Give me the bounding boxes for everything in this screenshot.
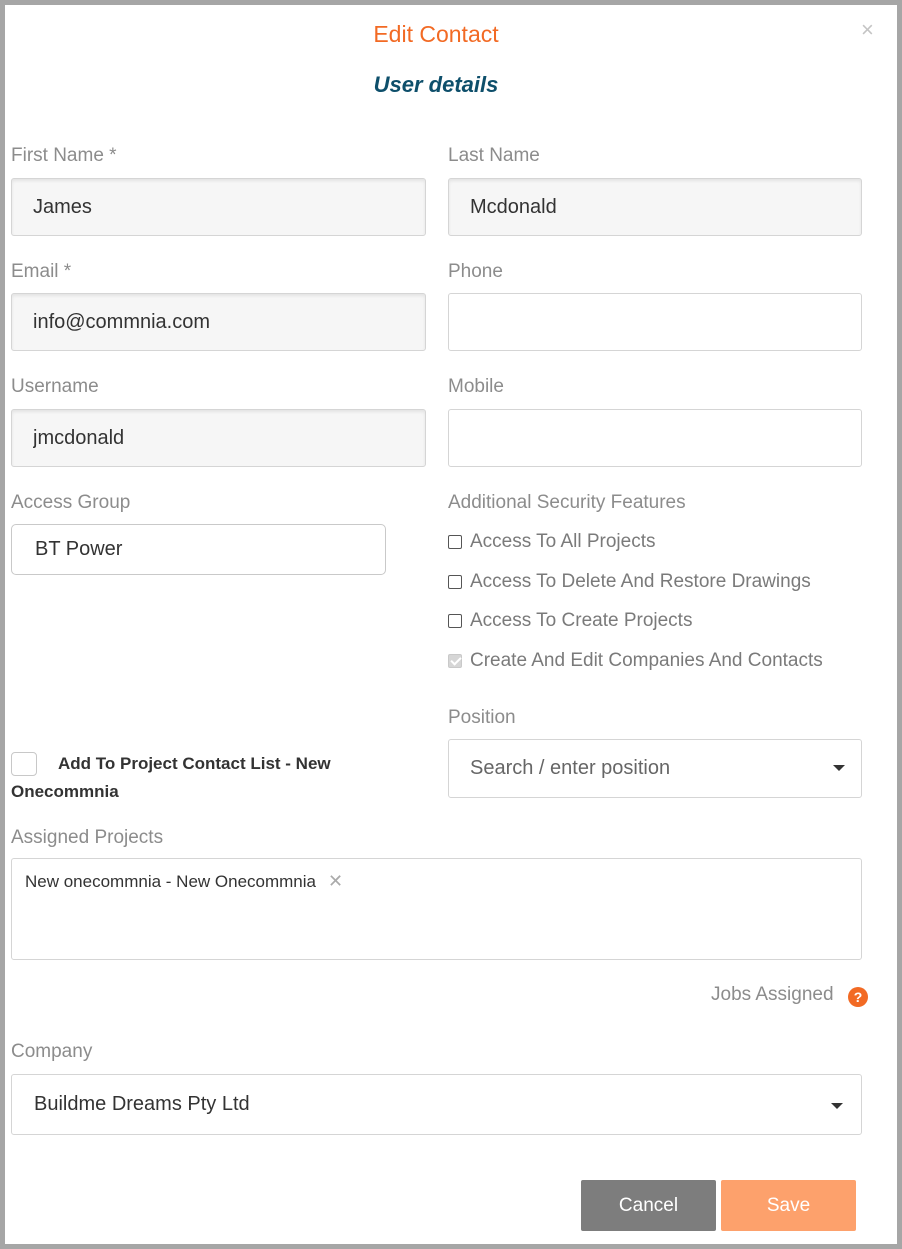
checkbox-delete-restore[interactable]	[448, 575, 462, 589]
company-select[interactable]: Buildme Dreams Pty Ltd	[11, 1074, 862, 1135]
access-group-label: Access Group	[11, 492, 131, 513]
mobile-label: Mobile	[448, 376, 504, 397]
security-option-all-projects[interactable]: Access To All Projects	[448, 530, 656, 554]
add-to-contact-list-label-line2: Onecommnia	[11, 782, 119, 801]
chevron-down-icon[interactable]	[831, 1103, 843, 1109]
phone-label: Phone	[448, 261, 503, 282]
edit-contact-modal: Edit Contact × User details First Name *…	[5, 5, 897, 1244]
jobs-assigned-label: Jobs Assigned	[711, 984, 834, 1005]
phone-input[interactable]	[468, 309, 842, 335]
close-icon[interactable]: ✕	[328, 871, 343, 892]
position-select[interactable]	[448, 739, 862, 798]
cancel-button[interactable]: Cancel	[581, 1180, 716, 1231]
question-icon[interactable]: ?	[848, 987, 868, 1007]
project-tag: New onecommnia - New Onecommnia ✕	[25, 871, 343, 892]
position-input[interactable]	[468, 756, 842, 781]
chevron-down-icon[interactable]	[833, 765, 845, 771]
last-name-label: Last Name	[448, 145, 540, 166]
save-button[interactable]: Save	[721, 1180, 856, 1231]
first-name-label: First Name *	[11, 145, 117, 166]
security-features-label: Additional Security Features	[448, 492, 686, 513]
email-field[interactable]	[11, 293, 426, 351]
security-option-delete-restore[interactable]: Access To Delete And Restore Drawings	[448, 570, 811, 594]
add-to-contact-list-label-line1: Add To Project Contact List - New	[58, 754, 331, 773]
assigned-projects-field[interactable]: New onecommnia - New Onecommnia ✕	[11, 858, 862, 960]
position-label: Position	[448, 707, 516, 728]
access-group-input[interactable]	[33, 537, 364, 562]
username-input[interactable]	[31, 425, 406, 451]
username-field[interactable]	[11, 409, 426, 467]
close-icon[interactable]: ×	[861, 19, 874, 41]
security-option-create-projects[interactable]: Access To Create Projects	[448, 609, 692, 633]
first-name-field[interactable]	[11, 178, 426, 236]
last-name-field[interactable]	[448, 178, 862, 236]
access-group-field[interactable]	[11, 524, 386, 575]
section-title: User details	[373, 72, 499, 97]
checkbox-create-projects[interactable]	[448, 614, 462, 628]
mobile-field[interactable]	[448, 409, 862, 467]
modal-title: Edit Contact	[373, 21, 499, 47]
option-label: Create And Edit Companies And Contacts	[470, 650, 823, 671]
checkbox-edit-companies	[448, 654, 462, 668]
mobile-input[interactable]	[468, 425, 842, 451]
option-label: Access To Create Projects	[470, 610, 693, 631]
checkbox-all-projects[interactable]	[448, 535, 462, 549]
email-label: Email *	[11, 261, 72, 282]
company-label: Company	[11, 1041, 93, 1062]
email-input[interactable]	[31, 309, 406, 335]
option-label: Access To Delete And Restore Drawings	[470, 571, 811, 592]
security-option-edit-companies: Create And Edit Companies And Contacts	[448, 649, 823, 673]
last-name-input[interactable]	[468, 194, 842, 220]
phone-field[interactable]	[448, 293, 862, 351]
assigned-projects-label: Assigned Projects	[11, 827, 164, 848]
option-label: Access To All Projects	[470, 531, 656, 552]
company-value: Buildme Dreams Pty Ltd	[34, 1093, 250, 1115]
add-to-contact-list-checkbox[interactable]	[11, 752, 37, 776]
project-tag-label: New onecommnia - New Onecommnia	[25, 871, 316, 891]
first-name-input[interactable]	[31, 194, 406, 220]
username-label: Username	[11, 376, 99, 397]
